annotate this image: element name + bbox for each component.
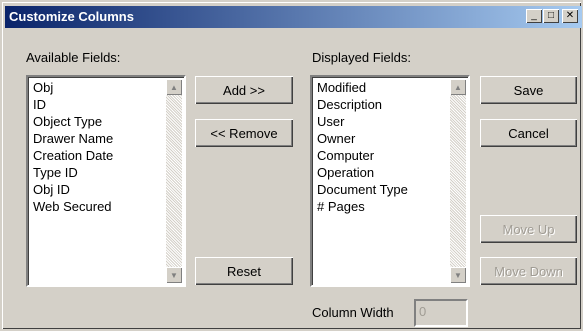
displayed-fields-label: Displayed Fields:: [312, 50, 411, 65]
save-button[interactable]: Save: [480, 76, 577, 104]
column-width-label: Column Width: [312, 305, 394, 320]
available-scrollbar[interactable]: ▲ ▼: [166, 79, 182, 283]
list-item[interactable]: User: [317, 113, 448, 130]
scroll-down-icon[interactable]: ▼: [450, 267, 466, 283]
list-item[interactable]: Owner: [317, 130, 448, 147]
scroll-up-icon[interactable]: ▲: [450, 79, 466, 95]
displayed-scrollbar[interactable]: ▲ ▼: [450, 79, 466, 283]
remove-button[interactable]: << Remove: [195, 119, 293, 147]
list-item[interactable]: Type ID: [33, 164, 164, 181]
list-item[interactable]: ID: [33, 96, 164, 113]
scroll-down-icon[interactable]: ▼: [166, 267, 182, 283]
move-up-button[interactable]: Move Up: [480, 215, 577, 243]
list-item[interactable]: Object Type: [33, 113, 164, 130]
list-item[interactable]: Description: [317, 96, 448, 113]
minimize-button[interactable]: _: [526, 9, 542, 23]
cancel-button[interactable]: Cancel: [480, 119, 577, 147]
title-bar: Customize Columns _ □ ✕: [5, 6, 582, 28]
list-item[interactable]: Creation Date: [33, 147, 164, 164]
window-title: Customize Columns: [9, 9, 134, 24]
scroll-up-icon[interactable]: ▲: [166, 79, 182, 95]
column-width-field[interactable]: 0: [414, 299, 468, 327]
available-fields-list[interactable]: Obj ID Object Type Drawer Name Creation Date…: [26, 75, 186, 287]
list-item[interactable]: Obj ID: [33, 181, 164, 198]
list-item[interactable]: Drawer Name: [33, 130, 164, 147]
customize-columns-dialog: Customize Columns _ □ ✕ Available Fields…: [0, 0, 583, 331]
add-button[interactable]: Add >>: [195, 76, 293, 104]
list-item[interactable]: Web Secured: [33, 198, 164, 215]
list-item[interactable]: Operation: [317, 164, 448, 181]
displayed-fields-list[interactable]: Modified Description User Owner Computer Oper…: [310, 75, 470, 287]
list-item[interactable]: Computer: [317, 147, 448, 164]
close-button[interactable]: ✕: [562, 9, 578, 23]
list-item[interactable]: Document Type: [317, 181, 448, 198]
move-down-button[interactable]: Move Down: [480, 257, 577, 285]
list-item[interactable]: # Pages: [317, 198, 448, 215]
available-fields-label: Available Fields:: [26, 50, 121, 65]
list-item[interactable]: Obj: [33, 79, 164, 96]
maximize-button[interactable]: □: [543, 9, 559, 23]
reset-button[interactable]: Reset: [195, 257, 293, 285]
list-item[interactable]: Modified: [317, 79, 448, 96]
